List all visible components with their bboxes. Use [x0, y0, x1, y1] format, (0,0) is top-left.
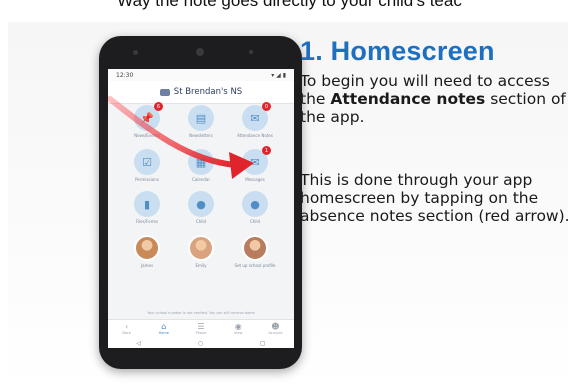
- instruction-paragraph-2: This is done through your app homescreen…: [300, 171, 570, 225]
- phone-screen: 12:30 ▾ ◢ ▮ St Brendan's NS 📌 6 News/Event…: [108, 69, 294, 348]
- phone-mockup: 12:30 ▾ ◢ ▮ St Brendan's NS 📌 6 News/Event…: [99, 36, 302, 369]
- red-arrow: [108, 96, 254, 179]
- instruction-paragraph-1: To begin you will need to access the Att…: [300, 72, 572, 126]
- tutorial-card: 12:30 ▾ ◢ ▮ St Brendan's NS 📌 6 News/Event…: [8, 22, 570, 391]
- phone-sensor-right: [249, 50, 253, 54]
- top-caption: Way the note goes directly to your child…: [117, 0, 462, 10]
- phone-sensor: [133, 50, 138, 55]
- para1-bold: Attendance notes: [330, 90, 486, 108]
- phone-camera: [196, 48, 204, 56]
- step-heading: 1. Homescreen: [300, 36, 495, 66]
